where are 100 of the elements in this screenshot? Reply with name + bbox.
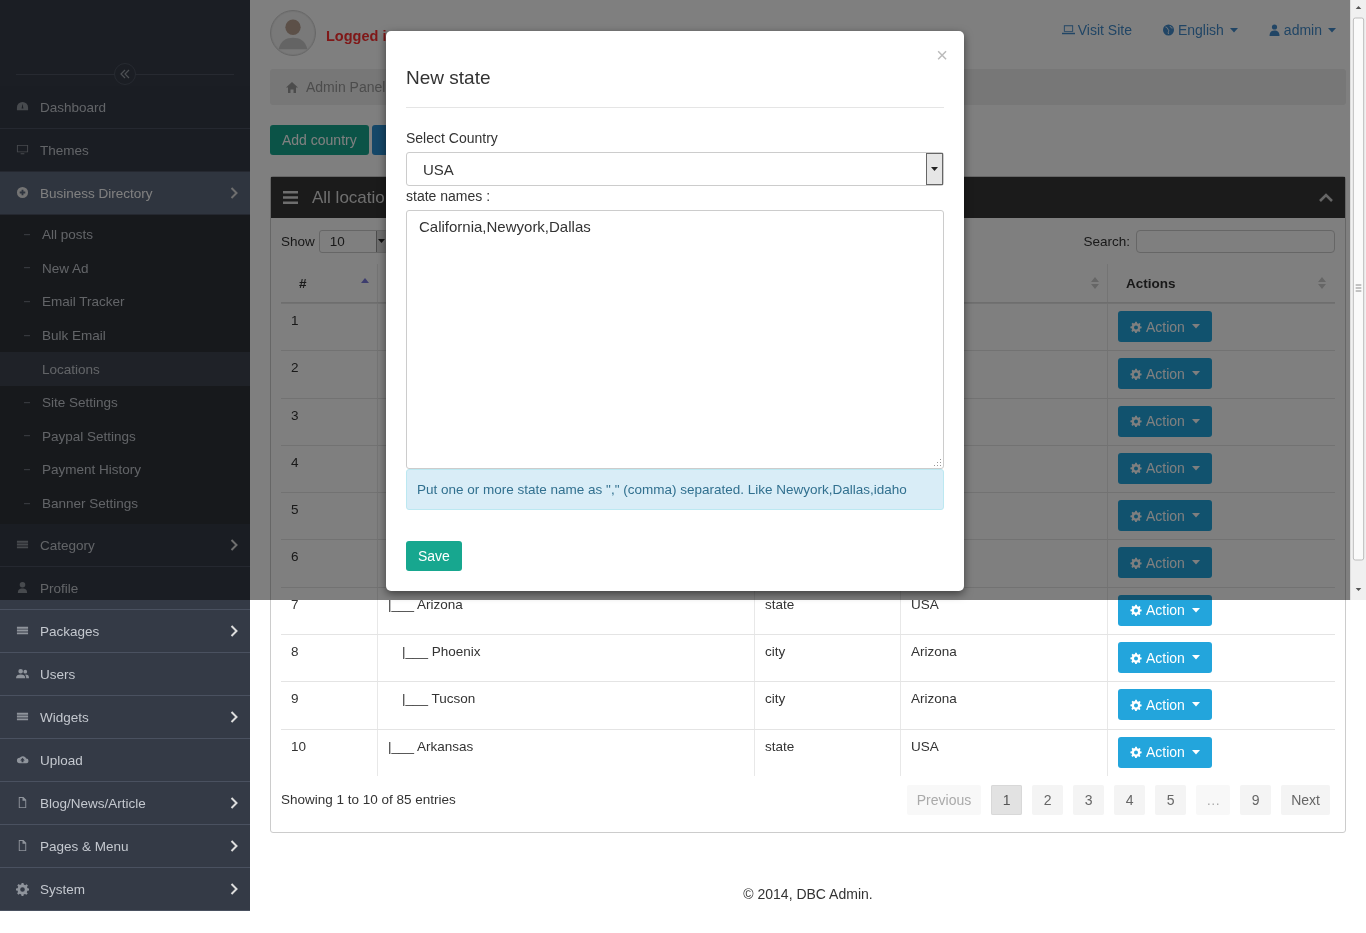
action-button[interactable]: Action (1118, 736, 1212, 768)
submenu-item[interactable]: Site Settings (0, 385, 250, 420)
field-label: state names : (406, 188, 492, 205)
table-cell: 7 (291, 596, 299, 612)
caret-icon (1191, 702, 1200, 708)
table-cell: state (765, 738, 795, 754)
show-label: Show (281, 233, 315, 249)
dash-icon (24, 301, 30, 303)
submenu-item[interactable]: Payment History (0, 453, 250, 487)
collapse-icon[interactable] (114, 63, 136, 85)
table-cell: 2 (291, 360, 299, 376)
table-cell: 3 (291, 407, 299, 423)
caret-icon (931, 167, 938, 171)
file-icon (16, 839, 29, 854)
file-icon (16, 796, 29, 811)
settings-icon (1130, 415, 1142, 428)
table-cell: 5 (291, 502, 299, 518)
dash-icon (24, 468, 30, 471)
caret-icon (1191, 607, 1200, 613)
sort-icon[interactable] (1318, 277, 1326, 289)
add-button[interactable]: Add country (270, 125, 369, 155)
submenu-item[interactable]: Banner Settings (0, 486, 250, 521)
action-button[interactable]: Action (1118, 405, 1212, 437)
action-button[interactable]: Action (1118, 358, 1212, 390)
country-select[interactable]: USA (406, 152, 944, 186)
submenu-item[interactable]: New Ad (0, 251, 250, 286)
table-cell: Arizona (911, 644, 957, 660)
column-header: Actions (1126, 275, 1177, 291)
table-cell: 6 (291, 549, 299, 565)
action-button[interactable]: Action (1118, 594, 1212, 626)
caret-icon (1191, 560, 1200, 566)
search-label: Search: (1083, 233, 1130, 249)
laptop-icon (1061, 24, 1075, 36)
action-button[interactable]: Action (1118, 452, 1212, 484)
close-button[interactable]: × (934, 44, 950, 66)
header-link[interactable]: English (1161, 22, 1238, 38)
table-cell: USA (911, 738, 939, 754)
settings-icon (1130, 462, 1142, 475)
page-button[interactable]: 3 (1073, 784, 1105, 815)
table-cell: USA (911, 596, 939, 612)
settings-icon (1130, 320, 1142, 333)
submenu-item[interactable]: Locations (0, 352, 250, 386)
caret-icon (378, 239, 386, 243)
welcome-text: Logged i (326, 28, 387, 44)
caret-icon (1191, 324, 1200, 329)
dash-icon (24, 435, 30, 438)
caret-icon (1191, 513, 1200, 519)
settings-icon (1130, 509, 1142, 522)
sort-icon[interactable] (1091, 277, 1099, 289)
submenu-item[interactable]: All posts (0, 218, 250, 252)
table-cell: |___ Phoenix (402, 644, 481, 660)
table-cell: 4 (291, 454, 299, 470)
settings-icon (1130, 651, 1142, 664)
table-cell: |___ Tucson (402, 691, 476, 707)
search-field[interactable] (1136, 229, 1335, 253)
submenu-item[interactable]: Paypal Settings (0, 419, 250, 454)
sidebar-item[interactable]: Business Directory (0, 172, 250, 215)
table-cell: 1 (291, 313, 299, 328)
page-button[interactable]: 9 (1240, 784, 1272, 815)
field-label: Select Country (406, 130, 499, 147)
resize-grip-icon[interactable] (933, 458, 942, 467)
table-cell: 8 (291, 644, 299, 660)
submenu-item[interactable]: Email Tracker (0, 285, 250, 319)
dash-icon (24, 233, 30, 236)
chevron-up-icon[interactable] (1319, 193, 1333, 202)
avatar (270, 10, 316, 56)
settings-icon (1130, 367, 1142, 380)
action-button[interactable]: Action (1118, 642, 1212, 674)
header-link[interactable]: Visit Site (1061, 22, 1132, 38)
action-button[interactable]: Action (1118, 500, 1212, 532)
table-cell: Arizona (911, 691, 957, 707)
header-link[interactable]: admin (1267, 22, 1336, 38)
page-button[interactable]: Next (1281, 784, 1330, 815)
page-button[interactable]: 4 (1114, 784, 1146, 815)
settings-icon (1130, 698, 1142, 711)
dash-icon (24, 334, 30, 337)
caret-icon (1191, 749, 1200, 755)
page-button[interactable]: 5 (1155, 784, 1187, 815)
caret-icon (1191, 655, 1200, 661)
settings-icon (1130, 557, 1142, 569)
caret-icon (1191, 418, 1200, 424)
save-button[interactable]: Save (406, 541, 462, 571)
page-button[interactable]: 1 (991, 784, 1023, 815)
action-button[interactable]: Action (1118, 689, 1212, 721)
action-button[interactable]: Action (1118, 311, 1212, 342)
caret-icon (1191, 465, 1200, 471)
table-cell: 10 (291, 738, 307, 754)
page-button[interactable]: 2 (1032, 784, 1064, 815)
action-button[interactable]: Action (1118, 547, 1212, 579)
table-cell: city (765, 644, 786, 660)
dash-icon (24, 267, 30, 270)
menu-icon (283, 191, 298, 204)
submenu-item[interactable]: Bulk Email (0, 318, 250, 353)
home-icon (286, 81, 298, 93)
scrollbar[interactable] (1350, 0, 1366, 600)
settings-icon (1130, 604, 1142, 617)
state-names-field[interactable]: California,Newyork,Dallas (406, 210, 944, 469)
modal-title: New state (406, 66, 491, 89)
table-cell: |___ Arizona (388, 596, 463, 612)
dash-icon (24, 401, 30, 404)
